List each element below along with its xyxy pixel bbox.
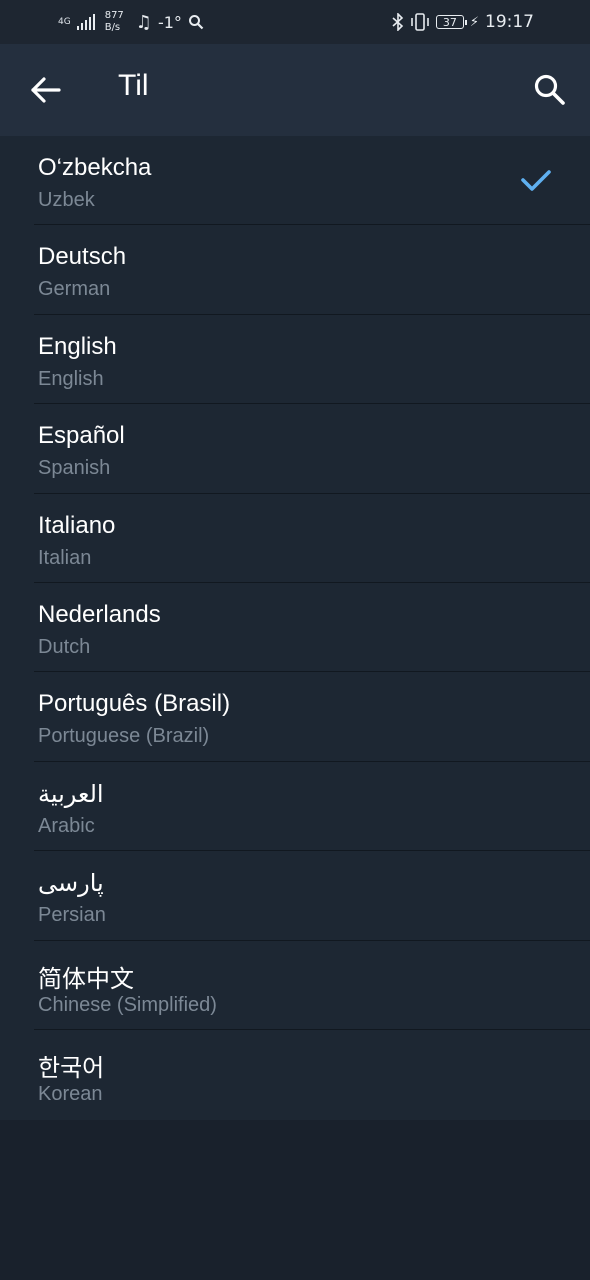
checkmark-icon (521, 170, 551, 191)
language-item[interactable]: Español Spanish (0, 404, 590, 494)
language-item[interactable]: Nederlands Dutch (0, 583, 590, 673)
empty-area (0, 1120, 590, 1280)
bluetooth-icon (392, 13, 404, 31)
language-english-name: Italian (38, 546, 92, 569)
language-item[interactable]: Deutsch German (0, 225, 590, 315)
network-speed: 877 B/s (105, 10, 124, 34)
language-native-name: O‘zbekcha (38, 154, 152, 181)
status-right: 37 ⚡ 19:17 (392, 0, 534, 44)
speed-unit: B/s (104, 22, 121, 33)
language-native-name: پارسی (38, 870, 104, 898)
language-native-name: 한국어 (38, 1054, 105, 1082)
vibrate-icon (411, 13, 429, 31)
language-item[interactable]: العربية Arabic (0, 762, 590, 852)
language-english-name: Korean (38, 1082, 103, 1105)
language-english-name: Dutch (38, 635, 91, 658)
language-list: O‘zbekcha Uzbek Deutsch German English Englis… (0, 136, 590, 1120)
back-button[interactable] (24, 68, 68, 112)
network-type: 4G (58, 16, 71, 27)
language-native-name: English (38, 332, 117, 360)
music-icon: ♫ (135, 11, 152, 33)
charging-icon: ⚡ (469, 14, 479, 30)
language-item[interactable]: O‘zbekcha Uzbek (0, 136, 590, 226)
language-english-name: Spanish (38, 457, 111, 480)
language-item[interactable]: English English (0, 315, 590, 405)
language-item[interactable]: 한국어 Korean (0, 1030, 590, 1119)
language-native-name: Nederlands (38, 600, 161, 628)
page-title: Til (118, 69, 149, 102)
search-notification-icon (188, 15, 204, 30)
status-bar: 4G 877 B/s ♫ -1° 37 ⚡ 19:17 (0, 0, 590, 44)
clock: 19:17 (485, 12, 534, 32)
search-button[interactable] (528, 68, 572, 112)
battery-icon: 37 (435, 15, 467, 29)
language-english-name: Persian (38, 904, 106, 927)
language-english-name: German (38, 278, 111, 301)
battery-level: 37 (442, 16, 457, 29)
language-native-name: العربية (38, 780, 104, 808)
speed-value: 877 (104, 10, 124, 21)
language-english-name: Portuguese (Brazil) (38, 725, 210, 748)
language-native-name: Deutsch (38, 243, 127, 271)
search-icon (534, 74, 565, 105)
arrow-back-icon (31, 77, 61, 103)
temperature: -1° (157, 12, 182, 32)
app-toolbar: Til (0, 44, 590, 136)
language-english-name: Arabic (38, 814, 95, 837)
signal-icon (76, 14, 95, 30)
language-native-name: 简体中文 (38, 965, 134, 993)
network-indicator: 4G (58, 16, 71, 27)
language-native-name: Português (Brasil) (38, 690, 231, 718)
language-item[interactable]: Italiano Italian (0, 494, 590, 583)
language-english-name: Uzbek (38, 189, 95, 211)
language-english-name: English (38, 367, 104, 390)
language-native-name: Español (38, 422, 125, 450)
language-item[interactable]: 简体中文 Chinese (Simplified) (0, 941, 590, 1030)
language-english-name: Chinese (Simplified) (38, 993, 217, 1016)
language-native-name: Italiano (38, 511, 116, 539)
language-item[interactable]: Português (Brasil) Portuguese (Brazil) (0, 672, 590, 762)
language-item[interactable]: پارسی Persian (0, 851, 590, 941)
status-left: 4G 877 B/s ♫ -1° (58, 0, 204, 44)
